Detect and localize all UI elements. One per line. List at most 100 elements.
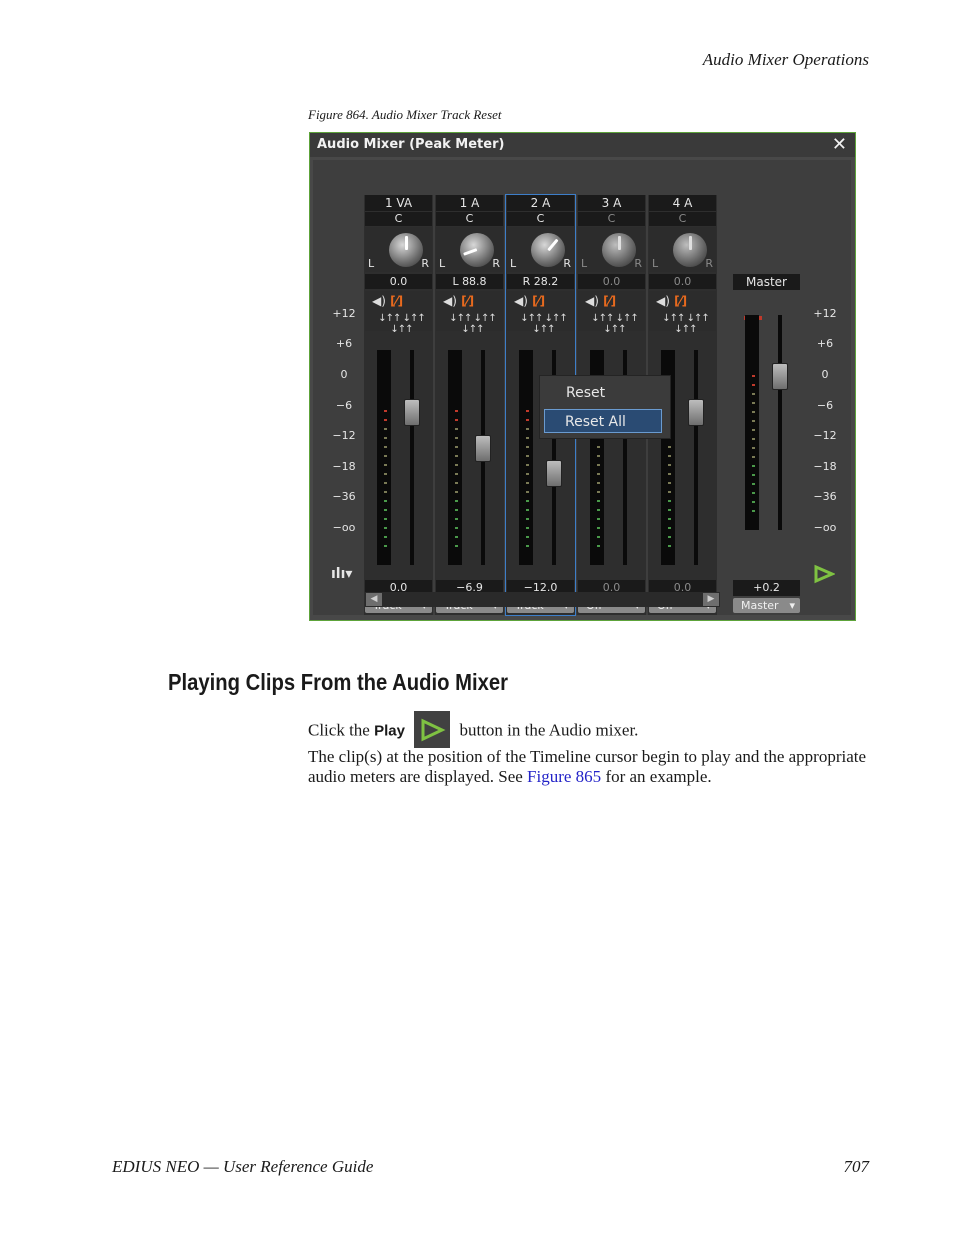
horizontal-scrollbar[interactable]: ◀ ▶	[365, 592, 720, 607]
meter-tick	[455, 419, 458, 421]
scale-label-left: −18	[332, 460, 356, 473]
speaker-icon[interactable]: ◀)	[372, 294, 386, 308]
channel-name: 2 A	[507, 195, 574, 211]
meter-tick	[526, 527, 529, 529]
meter-area	[436, 335, 503, 575]
scale-label-right: +6	[816, 337, 834, 350]
fader-settings-icon[interactable]: ↓↑↑ ↓↑↑ ↓↑↑	[513, 313, 574, 335]
window-title: Audio Mixer (Peak Meter)	[317, 137, 505, 152]
pan-right-label: R	[705, 257, 713, 270]
channel-icon-row: ◀) [⁄]	[585, 294, 616, 308]
scroll-right-icon[interactable]: ▶	[703, 593, 719, 606]
meter-tick	[384, 482, 387, 484]
figure-caption: Figure 864. Audio Mixer Track Reset	[308, 107, 502, 122]
channel-name: 3 A	[578, 195, 645, 211]
meter-tick	[752, 492, 755, 494]
channel-icon-row: ◀) [⁄]	[656, 294, 687, 308]
speaker-icon[interactable]: ◀)	[514, 294, 528, 308]
meter-tick	[597, 545, 600, 547]
scale-label-right: −6	[816, 399, 834, 412]
fader-settings-icon[interactable]: ↓↑↑ ↓↑↑ ↓↑↑	[655, 313, 716, 335]
menu-item-reset[interactable]: Reset	[566, 385, 605, 401]
master-strip[interactable]: Master +0.2 Master	[732, 274, 801, 615]
pan-knob[interactable]	[531, 233, 565, 267]
menu-item-reset-all[interactable]: Reset All	[544, 409, 662, 433]
meter-tick	[384, 410, 387, 412]
scale-label-right: −12	[813, 429, 837, 442]
pan-value: R 28.2	[507, 274, 574, 289]
meter-area	[507, 335, 574, 575]
pan-knob[interactable]	[602, 233, 636, 267]
meter-tick	[455, 410, 458, 412]
meter-tick	[526, 509, 529, 511]
mute-icon[interactable]: [⁄]	[386, 294, 403, 308]
level-meter	[448, 350, 462, 565]
mute-icon[interactable]: [⁄]	[528, 294, 545, 308]
meter-area	[365, 335, 432, 575]
pan-right-label: R	[492, 257, 500, 270]
speaker-icon[interactable]: ◀)	[585, 294, 599, 308]
mute-icon[interactable]: [⁄]	[599, 294, 616, 308]
fader-settings-icon[interactable]: ↓↑↑ ↓↑↑ ↓↑↑	[584, 313, 645, 335]
speaker-icon[interactable]: ◀)	[656, 294, 670, 308]
volume-fader-handle[interactable]	[475, 434, 491, 462]
master-output-dropdown[interactable]: Master	[733, 598, 800, 613]
fader-settings-icon[interactable]: ↓↑↑ ↓↑↑ ↓↑↑	[442, 313, 503, 335]
figure-link[interactable]: Figure 865	[527, 767, 601, 786]
meter-tick	[752, 447, 755, 449]
meter-tick	[384, 455, 387, 457]
master-meter-area	[733, 300, 800, 540]
window-titlebar[interactable]: Audio Mixer (Peak Meter) ✕	[310, 133, 855, 157]
channel-strip[interactable]: 1 VACLR0.0◀) [⁄]↓↑↑ ↓↑↑ ↓↑↑0.0Track	[364, 195, 433, 615]
meter-tick	[384, 518, 387, 520]
meter-tick	[668, 455, 671, 457]
channel-name: 1 A	[436, 195, 503, 211]
pan-knob[interactable]	[673, 233, 707, 267]
scale-label-left: −oo	[332, 521, 356, 534]
volume-fader-handle[interactable]	[404, 399, 420, 426]
channel-icons: ◀) [⁄] ↓↑↑ ↓↑↑ ↓↑↑	[507, 291, 574, 335]
meter-tick	[597, 509, 600, 511]
scale-label-right: +12	[813, 307, 837, 320]
pan-knob-box: LR	[507, 227, 574, 272]
scale-label-right: −18	[813, 460, 837, 473]
meter-tick	[526, 455, 529, 457]
pan-left-label: L	[368, 257, 375, 270]
play-icon[interactable]	[813, 564, 836, 584]
close-icon[interactable]: ✕	[832, 133, 847, 157]
meter-area	[578, 335, 645, 575]
scroll-left-icon[interactable]: ◀	[366, 593, 382, 606]
meter-tick	[455, 500, 458, 502]
footer-title: EDIUS NEO — User Reference Guide	[112, 1157, 374, 1176]
page-number: 707	[843, 1157, 870, 1176]
meter-menu-icon[interactable]: ılı▾	[331, 566, 352, 582]
meter-tick	[455, 491, 458, 493]
volume-fader-handle[interactable]	[688, 399, 704, 426]
channel-icons: ◀) [⁄] ↓↑↑ ↓↑↑ ↓↑↑	[578, 291, 645, 335]
meter-tick	[597, 491, 600, 493]
channel-icon-row: ◀) [⁄]	[443, 294, 474, 308]
master-level-meter	[745, 315, 759, 530]
mute-icon[interactable]: [⁄]	[670, 294, 687, 308]
fader-settings-icon[interactable]: ↓↑↑ ↓↑↑ ↓↑↑	[371, 313, 432, 335]
play-icon	[414, 711, 451, 748]
meter-tick	[526, 464, 529, 466]
speaker-icon[interactable]: ◀)	[443, 294, 457, 308]
channel-strip[interactable]: 1 ACLRL 88.8◀) [⁄]↓↑↑ ↓↑↑ ↓↑↑−6.9Track	[435, 195, 504, 615]
meter-tick	[526, 491, 529, 493]
master-gain-value: +0.2	[733, 580, 800, 596]
description-paragraph: The clip(s) at the position of the Timel…	[308, 747, 868, 787]
meter-tick	[384, 437, 387, 439]
click-post: button in the Audio mixer.	[459, 720, 639, 740]
meter-tick	[526, 419, 529, 421]
meter-tick	[384, 428, 387, 430]
meter-tick	[455, 446, 458, 448]
pan-knob[interactable]	[389, 233, 423, 267]
pan-knob[interactable]	[460, 233, 494, 267]
meter-tick	[752, 456, 755, 458]
fader-track	[694, 350, 698, 565]
running-header: Audio Mixer Operations	[702, 50, 869, 69]
volume-fader-handle[interactable]	[546, 460, 562, 487]
master-fader-handle[interactable]	[772, 362, 788, 390]
mute-icon[interactable]: [⁄]	[457, 294, 474, 308]
